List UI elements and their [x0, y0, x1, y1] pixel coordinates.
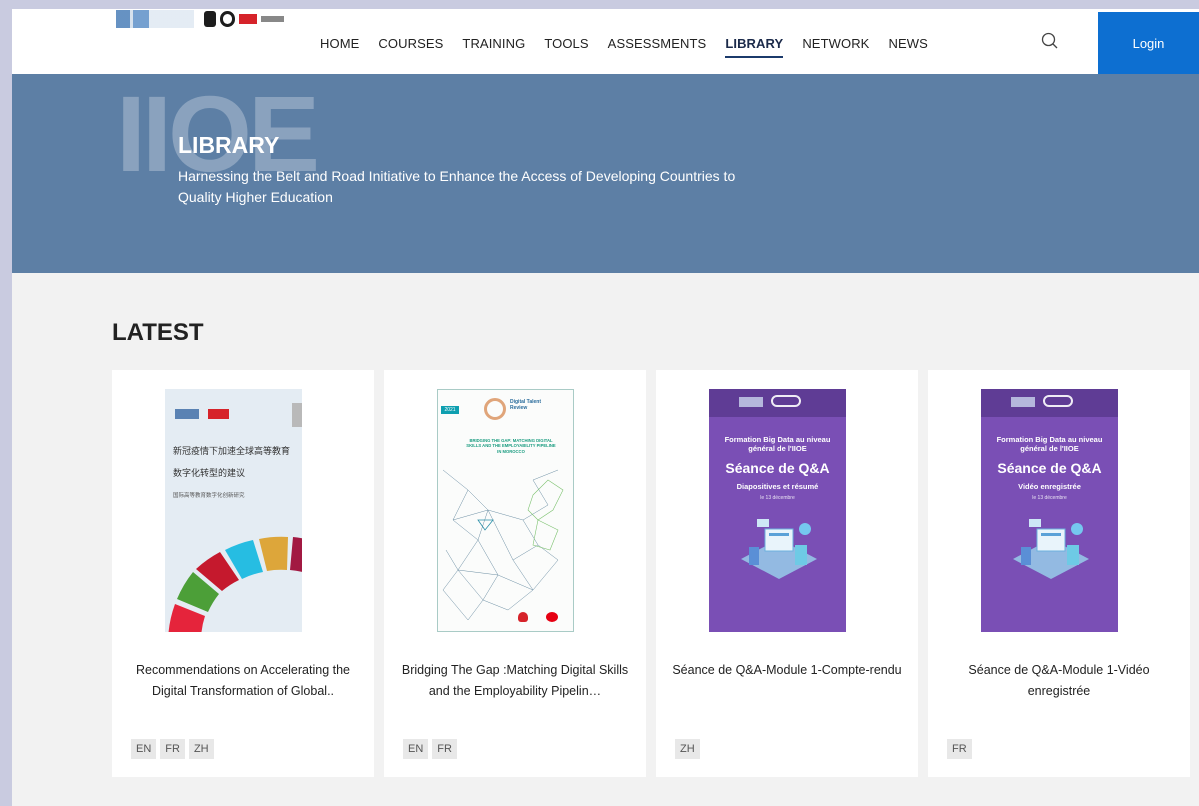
browser-frame: HOME COURSES TRAINING TOOLS ASSESSMENTS … [12, 9, 1199, 806]
library-card[interactable]: Formation Big Data au niveau général de … [656, 370, 918, 777]
iioe-logo [204, 10, 284, 28]
language-tags: EN FR ZH [131, 739, 214, 759]
language-tag-fr[interactable]: FR [947, 739, 972, 759]
card-title[interactable]: Recommendations on Accelerating the Digi… [126, 660, 360, 702]
library-card-list: 新冠疫情下加速全球高等教育 数字化转型的建议 国际高等教育数字化创新研究 Rec [112, 370, 1190, 777]
language-tag-zh[interactable]: ZH [188, 739, 214, 759]
language-tag-zh[interactable]: ZH [675, 739, 700, 759]
nav-news[interactable]: NEWS [888, 36, 927, 58]
language-tags: ZH [675, 739, 700, 759]
language-tag-en[interactable]: EN [131, 739, 157, 759]
nav-home[interactable]: HOME [320, 36, 359, 58]
book-cover-image: Formation Big Data au niveau général de … [981, 389, 1118, 632]
main-nav: HOME COURSES TRAINING TOOLS ASSESSMENTS … [320, 36, 928, 58]
nav-network[interactable]: NETWORK [802, 36, 869, 58]
library-card[interactable]: 新冠疫情下加速全球高等教育 数字化转型的建议 国际高等教育数字化创新研究 Rec [112, 370, 374, 777]
search-icon[interactable] [1040, 31, 1060, 51]
card-title[interactable]: Séance de Q&A-Module 1-Vidéo enregistrée [942, 660, 1176, 702]
library-card[interactable]: 2021 Digital Talent Review BRIDGING THE … [384, 370, 646, 777]
nav-courses[interactable]: COURSES [378, 36, 443, 58]
login-button[interactable]: Login [1098, 12, 1199, 74]
language-tag-fr[interactable]: FR [432, 739, 457, 759]
card-title[interactable]: Bridging The Gap :Matching Digital Skill… [398, 660, 632, 702]
language-tag-en[interactable]: EN [403, 739, 429, 759]
language-tags: EN FR [403, 739, 457, 759]
site-header: HOME COURSES TRAINING TOOLS ASSESSMENTS … [12, 9, 1199, 74]
nav-assessments[interactable]: ASSESSMENTS [608, 36, 707, 58]
site-logo[interactable] [116, 9, 284, 29]
nav-training[interactable]: TRAINING [462, 36, 525, 58]
book-cover-image: Formation Big Data au niveau général de … [709, 389, 846, 632]
book-cover-image: 新冠疫情下加速全球高等教育 数字化转型的建议 国际高等教育数字化创新研究 [165, 389, 302, 632]
card-title[interactable]: Séance de Q&A-Module 1-Compte-rendu [670, 660, 904, 702]
page-title: LIBRARY [178, 132, 280, 158]
section-title-latest: LATEST [112, 319, 204, 346]
nav-tools[interactable]: TOOLS [544, 36, 588, 58]
hero-banner: IIOE LIBRARY Harnessing the Belt and Roa… [12, 74, 1199, 273]
book-cover-image: 2021 Digital Talent Review BRIDGING THE … [437, 389, 574, 632]
nav-library[interactable]: LIBRARY [725, 36, 784, 58]
library-card[interactable]: Formation Big Data au niveau général de … [928, 370, 1190, 777]
language-tag-fr[interactable]: FR [160, 739, 185, 759]
language-tags: FR [947, 739, 972, 759]
page-subtitle: Harnessing the Belt and Road Initiative … [178, 168, 736, 205]
unesco-logo [116, 10, 194, 28]
